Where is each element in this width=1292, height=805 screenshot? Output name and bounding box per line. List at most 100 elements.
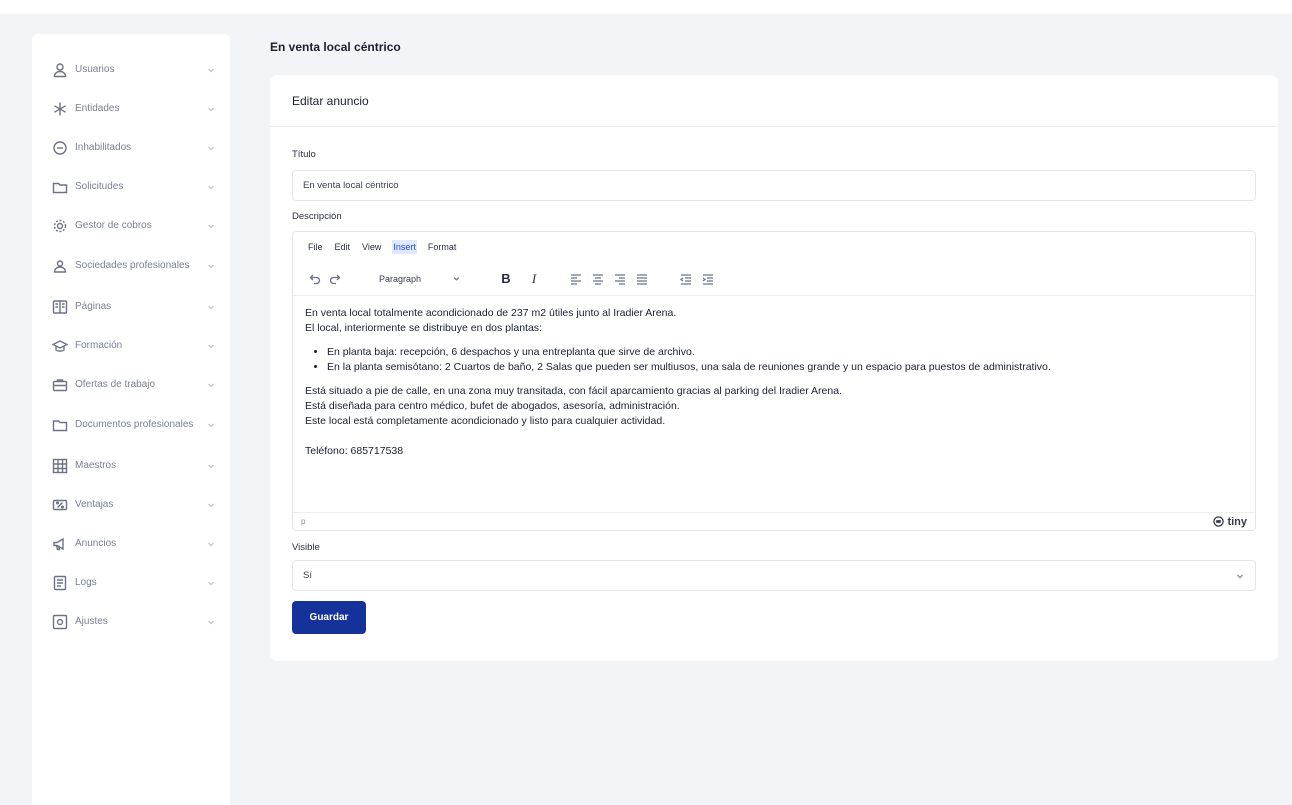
sidebar-item-label: Solicitudes bbox=[75, 180, 124, 192]
asterisk-icon bbox=[52, 101, 68, 117]
sidebar-item-maestros[interactable]: Maestros bbox=[32, 446, 230, 485]
sidebar-item-inhabilitados[interactable]: Inhabilitados bbox=[32, 128, 230, 167]
sidebar-item-documentos-profesionales[interactable]: Documentos profesionales bbox=[32, 404, 230, 446]
sidebar-item-gestor-de-cobros[interactable]: Gestor de cobros bbox=[32, 206, 230, 245]
title-label: Título bbox=[292, 149, 316, 160]
content-paragraph: Está diseñada para centro médico, bufet … bbox=[305, 400, 680, 412]
menu-view[interactable]: View bbox=[361, 240, 382, 254]
visible-select[interactable]: Sí bbox=[292, 560, 1256, 591]
redo-icon[interactable] bbox=[325, 268, 345, 290]
menu-insert[interactable]: Insert bbox=[392, 240, 417, 254]
editor-content[interactable]: En venta local totalmente acondicionado … bbox=[293, 296, 1255, 512]
undo-icon[interactable] bbox=[305, 268, 325, 290]
briefcase-icon bbox=[52, 377, 68, 393]
chevron-down-icon[interactable] bbox=[206, 617, 216, 627]
sidebar-item-label: Usuarios bbox=[75, 63, 115, 75]
sidebar-item-anuncios[interactable]: Anuncios bbox=[32, 524, 230, 563]
sidebar-item-label: Maestros bbox=[75, 459, 117, 471]
sidebar: Usuarios Entidades Inhabilitados Solicit… bbox=[32, 34, 230, 805]
element-path[interactable]: p bbox=[301, 517, 305, 526]
sidebar-item-ventajas[interactable]: Ventajas bbox=[32, 485, 230, 524]
blocked-icon bbox=[52, 140, 68, 156]
page-title: En venta local céntrico bbox=[270, 40, 401, 54]
block-format-label: Paragraph bbox=[379, 273, 422, 284]
sidebar-item-entidades[interactable]: Entidades bbox=[32, 89, 230, 128]
align-center-icon[interactable] bbox=[587, 268, 609, 290]
top-bar bbox=[0, 0, 1292, 14]
chevron-down-icon[interactable] bbox=[206, 341, 216, 351]
outdent-icon[interactable] bbox=[675, 268, 697, 290]
visible-select-value: Sí bbox=[303, 570, 312, 581]
sidebar-item-label: Ofertas de trabajo bbox=[75, 378, 156, 390]
megaphone-icon bbox=[52, 536, 68, 552]
menu-format[interactable]: Format bbox=[427, 240, 458, 254]
rich-text-editor: File Edit View Insert Format Paragraph B… bbox=[292, 231, 1256, 531]
chevron-down-icon[interactable] bbox=[206, 221, 216, 231]
sidebar-item-label: Ventajas bbox=[75, 498, 114, 510]
tiny-icon bbox=[1213, 516, 1225, 527]
sidebar-item-label: Formación bbox=[75, 339, 123, 351]
sidebar-item-label: Páginas bbox=[75, 300, 112, 312]
tiny-brand: tiny bbox=[1227, 515, 1247, 528]
sidebar-item-logs[interactable]: Logs bbox=[32, 563, 230, 602]
chevron-down-icon[interactable] bbox=[206, 380, 216, 390]
sidebar-item-label: Ajustes bbox=[75, 615, 108, 627]
gear-icon bbox=[52, 218, 68, 234]
content-empty-line bbox=[305, 429, 1243, 444]
content-paragraph: El local, interiormente se distribuye en… bbox=[305, 322, 542, 334]
content-phone: Teléfono: 685717538 bbox=[305, 445, 404, 457]
chevron-down-icon[interactable] bbox=[206, 500, 216, 510]
editor-statusbar: p tiny bbox=[293, 512, 1255, 530]
pages-icon bbox=[52, 299, 68, 315]
description-label: Descripción bbox=[292, 211, 342, 222]
chevron-down-icon bbox=[453, 277, 460, 281]
align-justify-icon[interactable] bbox=[631, 268, 653, 290]
chevron-down-icon[interactable] bbox=[206, 578, 216, 588]
list-item: En planta baja: recepción, 6 despachos y… bbox=[327, 345, 1243, 360]
card-header: Editar anuncio bbox=[270, 75, 1278, 127]
align-left-icon[interactable] bbox=[565, 268, 587, 290]
sidebar-item-label: Gestor de cobros bbox=[75, 219, 152, 231]
block-format-select[interactable]: Paragraph bbox=[375, 268, 465, 290]
settings-icon bbox=[52, 614, 68, 630]
sidebar-item-usuarios[interactable]: Usuarios bbox=[32, 50, 230, 89]
grid-icon bbox=[52, 458, 68, 474]
sidebar-item-label: Entidades bbox=[75, 102, 120, 114]
chevron-down-icon[interactable] bbox=[206, 104, 216, 114]
sidebar-item-ofertas-de-trabajo[interactable]: Ofertas de trabajo bbox=[32, 365, 230, 404]
chevron-down-icon[interactable] bbox=[206, 182, 216, 192]
sidebar-item-solicitudes[interactable]: Solicitudes bbox=[32, 167, 230, 206]
chevron-down-icon[interactable] bbox=[206, 461, 216, 471]
content-paragraph: Este local está completamente acondicion… bbox=[305, 415, 666, 427]
italic-button[interactable]: I bbox=[523, 268, 545, 290]
sidebar-item-ajustes[interactable]: Ajustes bbox=[32, 602, 230, 641]
align-right-icon[interactable] bbox=[609, 268, 631, 290]
chevron-down-icon bbox=[1237, 574, 1243, 578]
save-button[interactable]: Guardar bbox=[292, 601, 366, 634]
chevron-down-icon[interactable] bbox=[206, 302, 216, 312]
tiny-logo[interactable]: tiny bbox=[1213, 516, 1247, 528]
sidebar-item-paginas[interactable]: Páginas bbox=[32, 287, 230, 326]
log-icon bbox=[52, 575, 68, 591]
chevron-down-icon[interactable] bbox=[206, 420, 216, 430]
document-folder-icon bbox=[52, 417, 68, 433]
folder-icon bbox=[52, 179, 68, 195]
visible-label: Visible bbox=[292, 542, 320, 553]
chevron-down-icon[interactable] bbox=[206, 65, 216, 75]
chevron-down-icon[interactable] bbox=[206, 143, 216, 153]
sidebar-item-formacion[interactable]: Formación bbox=[32, 326, 230, 365]
chevron-down-icon[interactable] bbox=[206, 539, 216, 549]
sidebar-item-sociedades-profesionales[interactable]: Sociedades profesionales bbox=[32, 245, 230, 287]
percent-tag-icon bbox=[52, 497, 68, 513]
content-paragraph: Está situado a pie de calle, en una zona… bbox=[305, 385, 842, 397]
user-icon bbox=[52, 62, 68, 78]
indent-icon[interactable] bbox=[697, 268, 719, 290]
menu-file[interactable]: File bbox=[307, 240, 324, 254]
sidebar-item-label: Anuncios bbox=[75, 537, 117, 549]
chevron-down-icon[interactable] bbox=[206, 261, 216, 271]
content-paragraph: En venta local totalmente acondicionado … bbox=[305, 307, 677, 319]
sidebar-item-label: Logs bbox=[75, 576, 97, 588]
bold-button[interactable]: B bbox=[495, 268, 517, 290]
title-input[interactable]: En venta local céntrico bbox=[292, 170, 1256, 201]
menu-edit[interactable]: Edit bbox=[334, 240, 352, 254]
